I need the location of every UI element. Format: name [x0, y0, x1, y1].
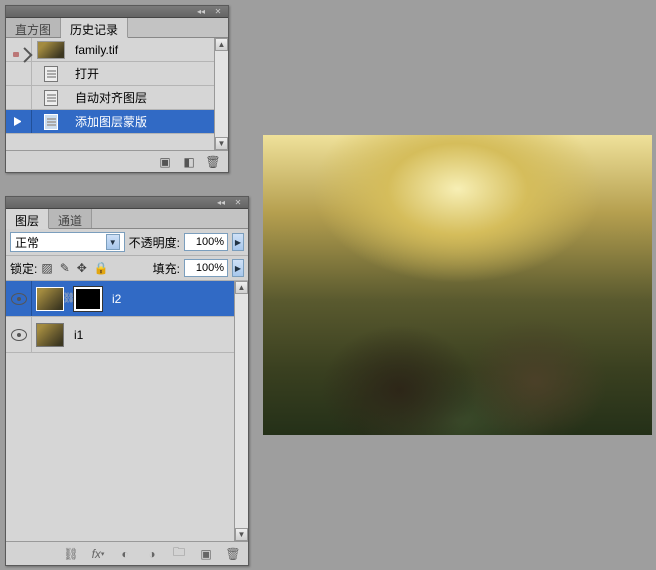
history-step[interactable]: 打开 — [6, 62, 228, 86]
new-snapshot-icon[interactable]: ◧ — [182, 155, 196, 169]
history-source-col[interactable] — [6, 62, 32, 85]
fill-label: 填充: — [153, 260, 180, 277]
chevron-down-icon: ▼ — [106, 234, 120, 250]
new-document-icon[interactable]: ▣ — [158, 155, 172, 169]
step-label: 添加图层蒙版 — [70, 113, 228, 130]
layer-name[interactable]: i1 — [68, 328, 83, 342]
layer-thumbs — [32, 323, 68, 347]
close-icon[interactable]: ✕ — [211, 7, 225, 16]
lock-pixels-icon[interactable]: ✎ — [60, 261, 70, 275]
history-step-selected[interactable]: 添加图层蒙版 — [6, 110, 228, 134]
lock-label: 锁定: — [10, 260, 37, 277]
fill-input[interactable]: 100% — [184, 259, 228, 277]
lock-position-icon[interactable]: ✥ — [77, 261, 87, 275]
new-layer-icon[interactable]: ▣ — [199, 547, 213, 561]
tab-layers[interactable]: 图层 — [6, 209, 49, 229]
collapse-icon[interactable]: ◂◂ — [194, 7, 208, 16]
snapshot-thumb — [32, 38, 70, 61]
fill-flyout-icon[interactable]: ▶ — [232, 259, 244, 277]
step-icon — [32, 110, 70, 133]
eye-icon — [11, 329, 27, 341]
eye-icon — [11, 293, 27, 305]
layer-row[interactable]: ⛓ i2 — [6, 281, 248, 317]
snapshot-name: family.tif — [70, 43, 228, 57]
layer-style-icon[interactable]: fx▾ — [91, 547, 105, 561]
layers-footer: ⛓ fx▾ ◐ ◑ 🗀 ▣ 🗑 — [6, 541, 248, 565]
lock-all-icon[interactable]: 🔒 — [94, 261, 109, 275]
scroll-up-icon[interactable]: ▲ — [235, 281, 248, 294]
link-layers-icon[interactable]: ⛓ — [64, 547, 78, 561]
panel-titlebar: ◂◂ ✕ — [6, 6, 228, 18]
step-icon — [32, 86, 70, 109]
tab-histogram[interactable]: 直方图 — [6, 18, 61, 37]
panel-titlebar: ◂◂ ✕ — [6, 197, 248, 209]
layer-mask-thumbnail[interactable] — [74, 287, 102, 311]
history-footer: ▣ ◧ 🗑 — [6, 150, 228, 172]
current-step-marker[interactable] — [6, 110, 32, 133]
step-icon — [32, 62, 70, 85]
step-label: 打开 — [70, 65, 228, 82]
layer-row[interactable]: i1 — [6, 317, 248, 353]
layers-scrollbar[interactable]: ▲ ▼ — [234, 281, 248, 541]
visibility-toggle[interactable] — [6, 281, 32, 316]
delete-icon[interactable]: 🗑 — [206, 155, 220, 169]
step-label: 自动对齐图层 — [70, 89, 228, 106]
tab-channels[interactable]: 通道 — [49, 209, 92, 228]
lock-buttons: ▨ ✎ ✥ 🔒 — [41, 261, 108, 275]
layers-tabs: 图层 通道 — [6, 209, 248, 229]
history-source-marker[interactable] — [6, 38, 32, 61]
history-tabs: 直方图 历史记录 — [6, 18, 228, 38]
scroll-up-icon[interactable]: ▲ — [215, 38, 228, 51]
layers-list: ⛓ i2 i1 ▲ ▼ — [6, 281, 248, 541]
blend-opacity-row: 正常 ▼ 不透明度: 100% ▶ — [6, 229, 248, 256]
blend-mode-dropdown[interactable]: 正常 ▼ — [10, 232, 125, 252]
canvas-image[interactable] — [263, 135, 652, 435]
layer-name[interactable]: i2 — [106, 292, 121, 306]
opacity-input[interactable]: 100% — [184, 233, 228, 251]
opacity-label: 不透明度: — [129, 234, 180, 251]
close-icon[interactable]: ✕ — [231, 198, 245, 207]
history-source-col[interactable] — [6, 86, 32, 109]
scroll-down-icon[interactable]: ▼ — [235, 528, 248, 541]
lock-transparency-icon[interactable]: ▨ — [41, 261, 52, 275]
add-mask-icon[interactable]: ◐ — [118, 547, 132, 561]
history-step[interactable]: 自动对齐图层 — [6, 86, 228, 110]
visibility-toggle[interactable] — [6, 317, 32, 352]
collapse-icon[interactable]: ◂◂ — [214, 198, 228, 207]
delete-layer-icon[interactable]: 🗑 — [226, 547, 240, 561]
new-group-icon[interactable]: 🗀 — [172, 547, 186, 561]
brush-icon — [11, 42, 27, 58]
layer-thumbs: ⛓ — [32, 287, 106, 311]
layer-thumbnail[interactable] — [36, 287, 64, 311]
history-scrollbar[interactable]: ▲ ▼ — [214, 38, 228, 150]
layers-panel: ◂◂ ✕ 图层 通道 正常 ▼ 不透明度: 100% ▶ 锁定: ▨ ✎ ✥ 🔒… — [5, 196, 249, 566]
history-body: family.tif 打开 自动对齐图层 添加图层蒙版 ▲ ▼ — [6, 38, 228, 150]
layer-thumbnail[interactable] — [36, 323, 64, 347]
blend-mode-value: 正常 — [15, 234, 39, 251]
history-panel: ◂◂ ✕ 直方图 历史记录 family.tif 打开 自动对齐图层 添加图层蒙… — [5, 5, 229, 173]
scroll-down-icon[interactable]: ▼ — [215, 137, 228, 150]
new-adjustment-icon[interactable]: ◑ — [145, 547, 159, 561]
opacity-flyout-icon[interactable]: ▶ — [232, 233, 244, 251]
lock-fill-row: 锁定: ▨ ✎ ✥ 🔒 填充: 100% ▶ — [6, 256, 248, 281]
history-snapshot-row[interactable]: family.tif — [6, 38, 228, 62]
mask-link-icon[interactable]: ⛓ — [65, 289, 73, 309]
tab-history[interactable]: 历史记录 — [61, 18, 128, 38]
